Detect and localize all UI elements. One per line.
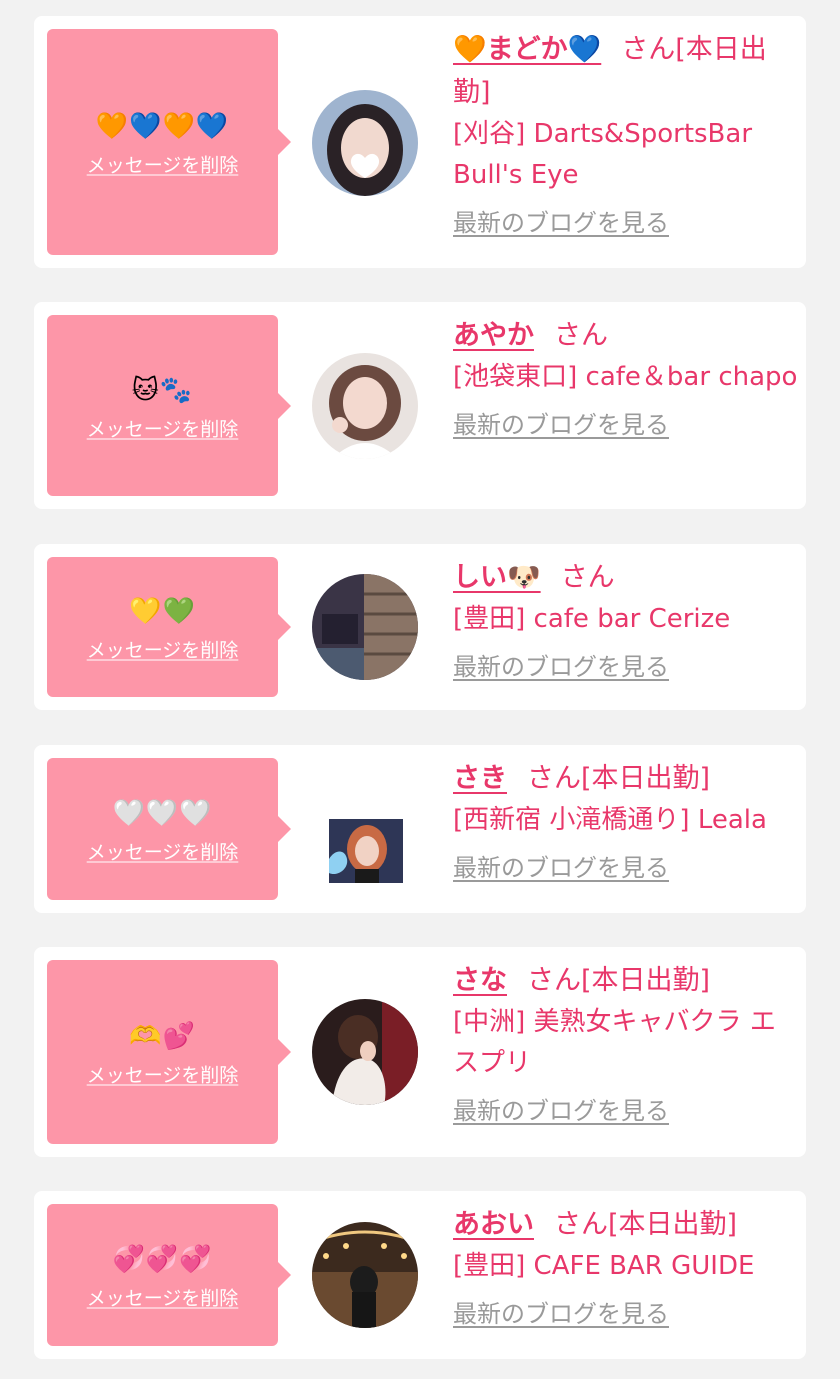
- avatar[interactable]: [312, 574, 418, 680]
- latest-blog-link[interactable]: 最新のブログを見る: [453, 1094, 669, 1128]
- delete-message-link[interactable]: メッセージを削除: [87, 838, 239, 865]
- member-name[interactable]: さな: [453, 965, 507, 996]
- message-text: 🤍🤍🤍: [112, 798, 213, 829]
- shop-name: [豊田] cafe bar Cerize: [453, 604, 731, 634]
- delete-message-link[interactable]: メッセージを削除: [87, 414, 239, 441]
- message-text: 💞💞💞: [112, 1244, 213, 1275]
- message-text: 🫶💕: [129, 1021, 196, 1052]
- shop-name: [池袋東口] cafe＆bar chapo: [453, 362, 798, 392]
- member-status: さん: [554, 320, 608, 351]
- member-status: さん[本日出勤]: [527, 965, 711, 996]
- avatar-photo: [312, 999, 418, 1105]
- avatar[interactable]: [312, 1222, 418, 1328]
- latest-blog-link[interactable]: 最新のブログを見る: [453, 851, 669, 885]
- avatar-photo: [312, 90, 418, 196]
- shop-name: [中洲] 美熟女キャバクラ エスプリ: [453, 1007, 776, 1078]
- avatar[interactable]: [329, 819, 403, 883]
- message-list: 🧡💙🧡💙 メッセージを削除 🧡まどか💙 さん[本日出勤] [刈谷] Darts&S…: [0, 0, 840, 1379]
- member-info: さき さん[本日出勤] [西新宿 小滝橋通り] Leala 最新のブログを見る: [453, 757, 798, 885]
- delete-message-link[interactable]: メッセージを削除: [87, 636, 239, 663]
- member-info: あやか さん [池袋東口] cafe＆bar chapo 最新のブログを見る: [453, 314, 798, 442]
- message-card: 🫶💕 メッセージを削除 さな さん[本日出勤] [中洲] 美熟女キャバクラ エスプ…: [34, 947, 806, 1157]
- message-bubble: 🤍🤍🤍 メッセージを削除: [47, 758, 291, 900]
- avatar[interactable]: [312, 999, 418, 1105]
- avatar[interactable]: [312, 353, 418, 459]
- shop-name: [豊田] CAFE BAR GUIDE: [453, 1251, 755, 1281]
- latest-blog-link[interactable]: 最新のブログを見る: [453, 1297, 669, 1331]
- member-name[interactable]: しい🐶: [453, 562, 541, 593]
- message-card: 💛💚 メッセージを削除 しい🐶 さん [豊田] cafe bar Cerize 最…: [34, 544, 806, 710]
- member-info: あおい さん[本日出勤] [豊田] CAFE BAR GUIDE 最新のブログを見…: [453, 1203, 798, 1331]
- member-status: さん: [560, 562, 615, 593]
- message-bubble: 💞💞💞 メッセージを削除: [47, 1204, 291, 1346]
- message-card: 🧡💙🧡💙 メッセージを削除 🧡まどか💙 さん[本日出勤] [刈谷] Darts&S…: [34, 16, 806, 268]
- avatar-photo: [312, 1222, 418, 1328]
- message-card: 💞💞💞 メッセージを削除 あおい さん[本日出勤] [豊田] CAFE BAR G…: [34, 1191, 806, 1359]
- message-text: 🧡💙🧡💙: [95, 111, 230, 142]
- message-card: 🤍🤍🤍 メッセージを削除 さき さん[本日出勤] [西新宿 小滝橋通り] Leal…: [34, 745, 806, 913]
- message-text: 💛💚: [129, 596, 196, 627]
- latest-blog-link[interactable]: 最新のブログを見る: [453, 650, 669, 684]
- shop-name: [西新宿 小滝橋通り] Leala: [453, 805, 767, 835]
- avatar[interactable]: [312, 90, 418, 196]
- member-name[interactable]: あおい: [453, 1209, 534, 1240]
- message-bubble: 🫶💕 メッセージを削除: [47, 960, 291, 1144]
- avatar-photo: [312, 353, 418, 459]
- delete-message-link[interactable]: メッセージを削除: [87, 1061, 239, 1088]
- avatar-photo: [329, 819, 403, 883]
- latest-blog-link[interactable]: 最新のブログを見る: [453, 206, 669, 240]
- message-bubble: 💛💚 メッセージを削除: [47, 557, 291, 697]
- member-name[interactable]: あやか: [453, 320, 534, 351]
- member-info: 🧡まどか💙 さん[本日出勤] [刈谷] Darts&SportsBar Bull'…: [453, 28, 798, 240]
- member-name[interactable]: 🧡まどか💙: [453, 34, 601, 65]
- avatar-photo: [312, 574, 418, 680]
- latest-blog-link[interactable]: 最新のブログを見る: [453, 408, 669, 442]
- delete-message-link[interactable]: メッセージを削除: [87, 1284, 239, 1311]
- delete-message-link[interactable]: メッセージを削除: [87, 151, 239, 178]
- message-card: 🐱🐾 メッセージを削除 あやか さん [池袋東口] cafe＆bar chapo …: [34, 302, 806, 509]
- message-bubble: 🐱🐾 メッセージを削除: [47, 315, 291, 496]
- member-status: さん[本日出勤]: [527, 763, 711, 794]
- message-bubble: 🧡💙🧡💙 メッセージを削除: [47, 29, 291, 255]
- shop-name: [刈谷] Darts&SportsBar Bull's Eye: [453, 119, 753, 190]
- member-info: さな さん[本日出勤] [中洲] 美熟女キャバクラ エスプリ 最新のブログを見る: [453, 959, 798, 1128]
- member-name[interactable]: さき: [453, 763, 507, 794]
- member-status: さん[本日出勤]: [554, 1209, 738, 1240]
- message-text: 🐱🐾: [131, 375, 194, 405]
- member-info: しい🐶 さん [豊田] cafe bar Cerize 最新のブログを見る: [453, 556, 798, 684]
